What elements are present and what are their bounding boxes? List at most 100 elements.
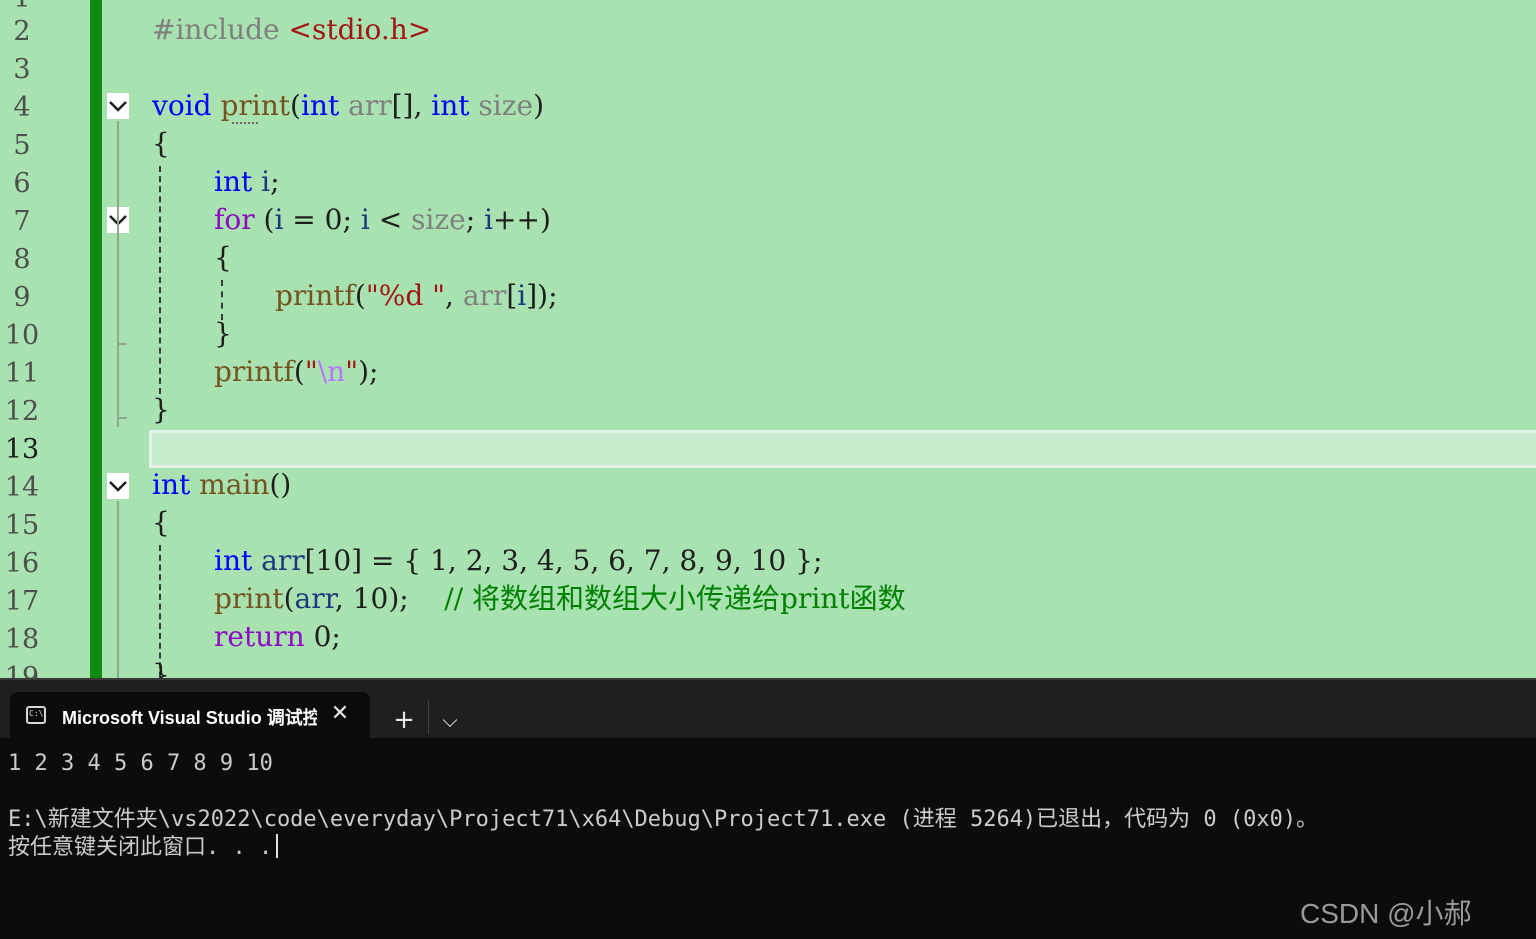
control-keyword: return [214, 620, 305, 653]
keyword: void [152, 89, 212, 122]
punctuation: ); [358, 355, 379, 388]
code-text: 0; [304, 620, 341, 653]
punctuation: < [369, 203, 412, 236]
line-number: 9 [13, 282, 31, 313]
indent-guide [221, 280, 223, 320]
line-number: 11 [4, 358, 40, 389]
line-number: 5 [13, 130, 31, 161]
line-number: 4 [13, 92, 31, 123]
include-header: <stdio.h> [288, 13, 432, 46]
output-line: 1 2 3 4 5 6 7 8 9 10 [8, 751, 273, 776]
code-line-9[interactable]: printf("%d ", arr[i]); [275, 277, 558, 315]
code-line-2[interactable]: #include <stdio.h> [152, 11, 431, 49]
punctuation: ; [270, 165, 280, 198]
variable: i [261, 165, 271, 198]
current-line-highlight [149, 430, 1536, 468]
line-number: 8 [13, 244, 31, 275]
code-line-16[interactable]: int arr[10] = { 1, 2, 3, 4, 5, 6, 7, 8, … [214, 542, 822, 580]
line-number: 15 [4, 510, 40, 541]
brace: } [214, 317, 232, 350]
code-line-8[interactable]: { [214, 239, 232, 277]
text-cursor [276, 834, 279, 858]
line-number: 14 [4, 472, 40, 503]
watermark: CSDN @小郝 [1300, 898, 1472, 929]
fold-region-end [117, 343, 127, 345]
code-line-7[interactable]: for (i = 0; i < size; i++) [214, 201, 551, 239]
function-name: printf [275, 279, 355, 312]
punctuation: ( [354, 279, 366, 312]
code-line-19[interactable]: } [152, 656, 170, 678]
punctuation: ( [290, 89, 301, 122]
parameter: arr [348, 89, 392, 122]
line-number-current: 13 [4, 434, 40, 465]
string-quote: " [345, 355, 359, 388]
fold-region-line [117, 235, 119, 353]
code-line-15[interactable]: { [152, 504, 170, 542]
brace: } [152, 658, 170, 678]
code-line-17[interactable]: print(arr, 10); // 将数组和数组大小传递给print函数 [214, 580, 906, 618]
keyword: int [214, 165, 253, 198]
suggestion-squiggle[interactable] [232, 118, 258, 124]
brace: } [152, 393, 170, 426]
indent-guide [159, 166, 161, 394]
variable: arr [294, 582, 335, 615]
code-text: [10] = { 1, 2, 3, 4, 5, 6, 7, 8, 9, 10 }… [304, 544, 823, 577]
preprocessor-directive: #include [152, 13, 289, 46]
tab-title: Microsoft Visual Studio 调试控制台 [62, 708, 317, 728]
fold-region-end [117, 417, 127, 419]
line-number: 17 [4, 586, 40, 617]
line-number: 10 [4, 320, 40, 351]
punctuation: ; [465, 203, 485, 236]
function-name: printf [214, 355, 294, 388]
terminal-tab-bar: C:\ Microsoft Visual Studio 调试控制台 ✕ + ⌵ [0, 678, 1536, 740]
line-number: 16 [4, 548, 40, 579]
line-number: 7 [13, 206, 31, 237]
punctuation: ]); [526, 279, 558, 312]
line-number: 6 [13, 168, 31, 199]
keyword: int [300, 89, 340, 122]
line-number: 3 [13, 54, 31, 85]
code-line-10[interactable]: } [214, 315, 232, 353]
punctuation: ( [254, 203, 275, 236]
fold-collapse-icon[interactable] [107, 93, 129, 119]
chevron-down-icon[interactable]: ⌵ [434, 704, 466, 736]
fold-collapse-icon[interactable] [107, 473, 129, 499]
variable: arr [261, 544, 305, 577]
line-number: 18 [4, 624, 40, 655]
console-icon-label: C:\ [29, 709, 44, 718]
terminal-output[interactable]: 1 2 3 4 5 6 7 8 9 10 E:\新建文件夹\vs2022\cod… [0, 738, 1536, 939]
variable: i [484, 203, 494, 236]
variable: i [517, 279, 527, 312]
punctuation: , 10); [334, 582, 409, 615]
function-name: print [214, 582, 284, 615]
punctuation: [], [391, 89, 432, 122]
punctuation: ( [283, 582, 295, 615]
punctuation: ( [293, 355, 305, 388]
keyword: int [431, 89, 470, 122]
line-number: 2 [13, 16, 31, 47]
brace: { [214, 241, 232, 274]
function-name: main [199, 468, 270, 501]
output-line-prompt: 按任意键关闭此窗口. . . [8, 834, 279, 862]
code-line-6[interactable]: int i; [214, 163, 280, 201]
close-tab-icon[interactable]: ✕ [328, 700, 352, 728]
divider [428, 700, 429, 734]
brace: { [152, 127, 170, 160]
code-line-11[interactable]: printf("\n"); [214, 353, 378, 391]
code-line-18[interactable]: return 0; [214, 618, 341, 656]
code-editor[interactable]: 1 2 3 4 5 6 7 8 9 10 11 12 13 14 15 16 1… [0, 0, 1536, 678]
code-line-4[interactable]: void print(int arr[], int size) [152, 87, 544, 125]
punctuation: ) [533, 89, 544, 122]
terminal-tab[interactable]: C:\ Microsoft Visual Studio 调试控制台 ✕ [10, 692, 370, 740]
punctuation: = 0; [283, 203, 361, 236]
punctuation: ++) [493, 203, 551, 236]
brace: { [152, 506, 170, 539]
code-line-14[interactable]: int main() [152, 466, 291, 504]
prompt-text: 按任意键关闭此窗口. . . [8, 835, 273, 860]
code-line-5[interactable]: { [152, 125, 170, 163]
code-line-12[interactable]: } [152, 391, 170, 429]
new-tab-button[interactable]: + [388, 704, 420, 736]
punctuation: , [445, 279, 463, 312]
line-number-gutter: 1 2 3 4 5 6 7 8 9 10 11 12 13 14 15 16 1… [0, 0, 90, 678]
variable: i [360, 203, 370, 236]
